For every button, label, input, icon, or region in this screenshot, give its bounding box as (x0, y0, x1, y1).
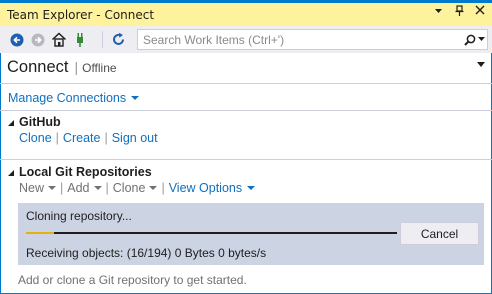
add-label: Add (67, 181, 90, 195)
receiving-objects-text: Receiving objects: (16/194) 0 Bytes 0 by… (26, 246, 267, 260)
expand-triangle-icon (7, 119, 14, 126)
chevron-down-icon (477, 37, 485, 41)
toolbar-separator (102, 31, 103, 48)
link-separator: | (55, 131, 59, 145)
forward-icon[interactable] (29, 31, 47, 49)
chevron-down-icon (149, 186, 158, 190)
local-repos-section-title: Local Git Repositories (19, 165, 152, 179)
dropdown-icon[interactable] (432, 5, 444, 20)
clone-status-text: Cloning repository... (26, 209, 132, 223)
window-title: Team Explorer - Connect (7, 7, 155, 22)
github-clone-link[interactable]: Clone (19, 131, 52, 145)
new-dropdown[interactable]: New (19, 181, 57, 195)
clone-label: Clone (112, 181, 146, 195)
home-icon[interactable] (50, 31, 68, 49)
divider (0, 110, 492, 111)
manage-connections-link[interactable]: Manage Connections (8, 91, 140, 105)
pin-icon[interactable] (453, 5, 465, 20)
search-button[interactable] (461, 30, 487, 49)
back-icon[interactable] (8, 31, 26, 49)
link-separator: | (60, 181, 64, 195)
local-repos-actions: New | Add | Clone | View Options (19, 181, 256, 195)
connection-status: Offline (82, 61, 117, 75)
chevron-down-icon (48, 186, 57, 190)
chevron-down-icon (247, 186, 256, 190)
close-icon[interactable] (474, 5, 486, 20)
link-separator: | (161, 181, 165, 195)
clone-dropdown[interactable]: Clone (113, 181, 158, 195)
view-options-dropdown[interactable]: View Options (168, 181, 256, 195)
link-separator: | (104, 131, 108, 145)
add-dropdown[interactable]: Add (67, 181, 102, 195)
search-box (137, 29, 488, 50)
header-divider: | (74, 59, 79, 75)
github-links: Clone | Create | Sign out (19, 131, 158, 145)
github-section-header[interactable]: GitHub (7, 115, 61, 129)
clone-progress-fill (26, 232, 54, 234)
github-create-link[interactable]: Create (63, 131, 101, 145)
page-menu-dropdown[interactable] (477, 62, 485, 67)
view-options-label: View Options (168, 181, 243, 195)
local-repos-section-header[interactable]: Local Git Repositories (7, 165, 152, 179)
page-title: Connect (7, 58, 69, 76)
toolbar (0, 26, 492, 53)
github-section-title: GitHub (19, 115, 61, 129)
search-input[interactable] (138, 30, 461, 49)
divider (0, 83, 492, 84)
search-icon (463, 34, 475, 46)
chevron-down-icon (131, 96, 140, 100)
github-sign-out-link[interactable]: Sign out (112, 131, 158, 145)
link-separator: | (105, 181, 109, 195)
page-header: Connect | Offline (7, 58, 117, 77)
new-label: New (19, 181, 45, 195)
title-bar: Team Explorer - Connect (0, 0, 492, 26)
expand-triangle-icon (7, 169, 14, 176)
chevron-down-icon (93, 186, 102, 190)
connect-plug-icon[interactable] (71, 31, 89, 49)
empty-repos-hint: Add or clone a Git repository to get sta… (18, 273, 247, 287)
refresh-icon[interactable] (109, 31, 127, 49)
cancel-button[interactable]: Cancel (400, 222, 479, 245)
clone-progress-bar (26, 232, 397, 234)
title-bar-controls (432, 5, 486, 20)
manage-connections-label: Manage Connections (8, 91, 127, 105)
clone-progress-panel: Cloning repository... Cancel Receiving o… (18, 203, 484, 265)
divider (0, 159, 492, 160)
